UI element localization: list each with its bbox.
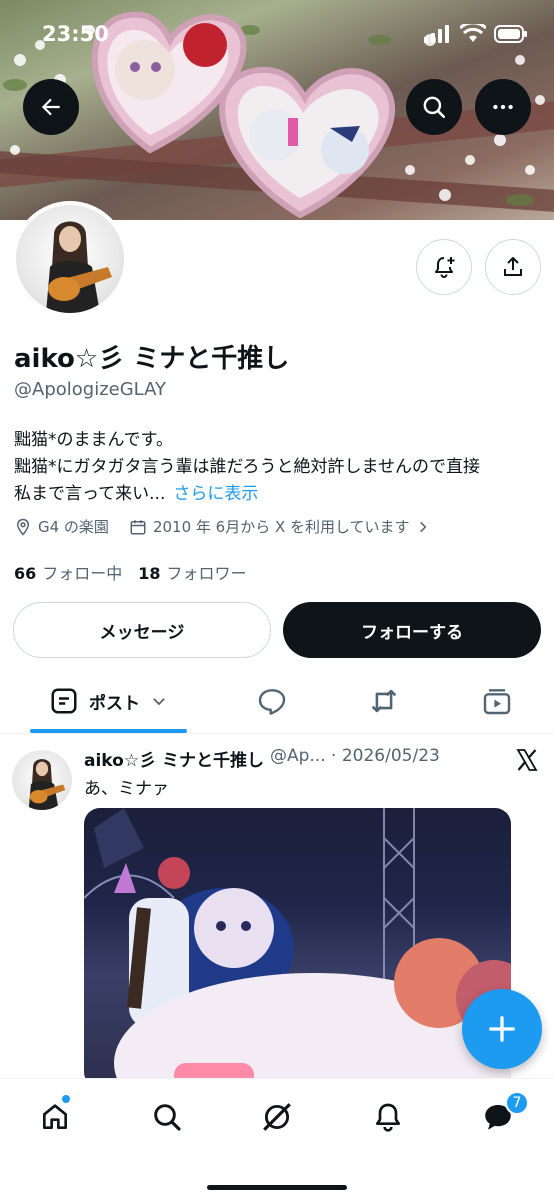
wifi-icon <box>460 24 486 42</box>
bio-line: 黜猫*のままんです。 <box>14 430 173 450</box>
show-more-link[interactable]: さらに表示 <box>173 484 258 504</box>
repost-icon <box>371 689 397 713</box>
follow-button[interactable]: フォローする <box>283 602 541 658</box>
chevron-down-icon <box>153 698 165 706</box>
tab-replies[interactable] <box>242 668 302 734</box>
location-icon <box>16 518 30 536</box>
location-text: G4 の楽園 <box>38 518 109 536</box>
compose-button[interactable] <box>462 989 542 1069</box>
status-icons <box>424 24 528 44</box>
tab-active-indicator <box>30 729 187 733</box>
share-button[interactable] <box>485 239 541 295</box>
more-icon <box>493 104 513 110</box>
posts-icon <box>51 688 77 714</box>
share-icon <box>504 257 522 276</box>
plus-icon <box>489 1016 515 1042</box>
avatar-image <box>46 221 112 313</box>
reply-icon <box>258 689 286 715</box>
search-icon <box>154 1104 181 1131</box>
following-link[interactable]: 66 フォロー中 <box>14 560 122 584</box>
nav-search[interactable] <box>137 1093 197 1141</box>
media-icon <box>483 689 511 715</box>
bell-plus-icon <box>435 257 455 278</box>
tab-reposts[interactable] <box>354 668 414 734</box>
search-button[interactable] <box>406 79 462 135</box>
followers-count: 18 <box>138 564 161 583</box>
tweet-handle-date: @Ap... · 2026/05/23 <box>270 746 440 766</box>
search-icon <box>423 96 446 119</box>
profile-tabs: ポスト <box>0 668 554 734</box>
home-indicator <box>207 1185 347 1190</box>
bell-icon <box>376 1103 400 1132</box>
x-logo-icon[interactable] <box>514 748 540 772</box>
tab-media[interactable] <box>467 668 527 734</box>
profile-handle: @ApologizeGLAY <box>14 379 167 400</box>
profile-meta: G4 の楽園 2010 年 6月から X を利用しています <box>14 516 430 537</box>
profile-name: aiko☆彡 ミナと千推し <box>14 344 290 374</box>
calendar-icon <box>130 519 146 534</box>
followers-label: フォロワー <box>166 564 247 583</box>
bottom-nav <box>0 1078 554 1199</box>
tweet-author-name[interactable]: aiko☆彡 ミナと千推し <box>84 746 264 771</box>
more-button[interactable] <box>475 79 531 135</box>
following-label: フォロー中 <box>42 564 123 583</box>
tab-posts-label: ポスト <box>89 693 140 714</box>
bio-line: 黜猫*にガタガタ言う輩は誰だろうと絶対許しませんので直接 <box>14 457 480 477</box>
home-unread-dot <box>62 1095 70 1103</box>
nav-notifications[interactable] <box>358 1093 418 1141</box>
nav-grok[interactable] <box>247 1093 307 1141</box>
home-icon <box>43 1104 67 1129</box>
followers-link[interactable]: 18 フォロワー <box>138 560 246 584</box>
tweet-text: あ、ミナァ <box>84 779 169 799</box>
signal-icon <box>424 25 449 43</box>
bio-line-3: 私まで言って来い... さらに表示 <box>14 481 544 508</box>
tweet-header: aiko☆彡 ミナと千推し @Ap... · 2026/05/23 <box>84 746 440 771</box>
message-button[interactable]: メッセージ <box>13 602 271 658</box>
back-button[interactable] <box>23 79 79 135</box>
messages-badge: 7 <box>505 1091 529 1115</box>
tweet-media[interactable] <box>84 808 511 1088</box>
bio-line: 私まで言って来い... <box>14 484 166 504</box>
joined-text[interactable]: 2010 年 6月から X を利用しています <box>153 516 410 537</box>
chevron-right-icon <box>419 521 426 532</box>
profile-bio: 黜猫*のままんです。 黜猫*にガタガタ言う輩は誰だろうと絶対許しませんので直接 … <box>14 427 544 508</box>
tweet-photo <box>84 808 511 1088</box>
tweet-avatar[interactable] <box>12 750 72 810</box>
tweet-avatar-image <box>28 759 66 810</box>
back-arrow-icon <box>41 98 60 116</box>
nav-home[interactable] <box>25 1093 85 1141</box>
grok-icon <box>263 1103 291 1131</box>
profile-avatar[interactable] <box>12 201 128 317</box>
notify-button[interactable] <box>416 239 472 295</box>
status-time: 23:50 <box>42 22 109 46</box>
following-count: 66 <box>14 564 37 583</box>
follow-stats: 66 フォロー中 18 フォロワー <box>14 560 247 584</box>
battery-icon <box>494 25 527 43</box>
tab-posts[interactable]: ポスト <box>30 668 187 734</box>
